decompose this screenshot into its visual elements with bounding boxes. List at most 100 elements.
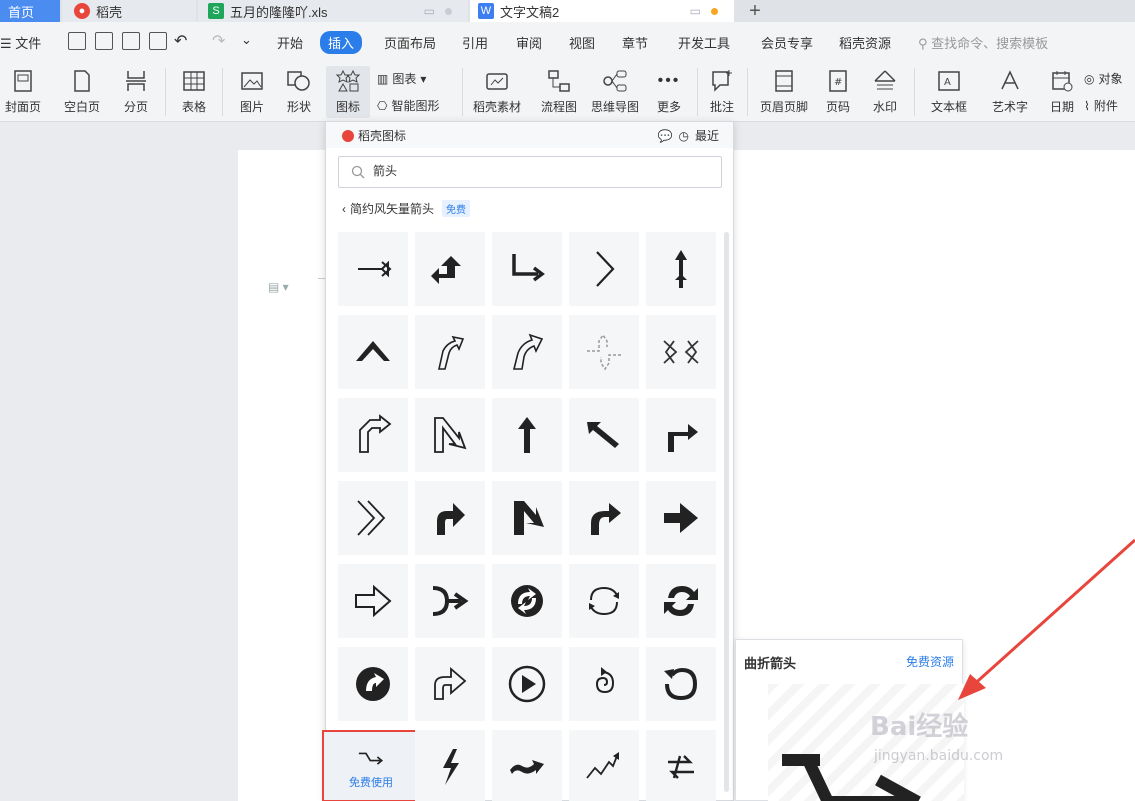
file-menu[interactable]: ☰ 文件 bbox=[0, 33, 41, 52]
icon-tile-zigzag-arrow[interactable] bbox=[569, 730, 639, 801]
icon-tile-arrow-turn-right-up[interactable] bbox=[646, 398, 716, 472]
shape-button[interactable]: 形状 bbox=[278, 66, 320, 115]
icon-tile-arrow-up-left[interactable] bbox=[569, 398, 639, 472]
date-button[interactable]: 日期 bbox=[1044, 66, 1080, 115]
header-footer-button[interactable]: 页眉页脚 bbox=[754, 66, 814, 115]
icon-tile-arrow-bent-right[interactable]: 免费使用 bbox=[322, 730, 420, 801]
icon-tile-arrow-right-hollow[interactable] bbox=[338, 564, 408, 638]
icon-tile-arrows-converge[interactable] bbox=[646, 315, 716, 389]
icon-tile-circle-arrow-filled[interactable] bbox=[338, 647, 408, 721]
tab-doc[interactable]: W 文字文稿2 ▭ bbox=[470, 0, 734, 22]
icon-tile-double-chevron-right[interactable] bbox=[338, 481, 408, 555]
table-button[interactable]: 表格 bbox=[174, 66, 214, 115]
header-footer-label: 页眉页脚 bbox=[759, 100, 808, 114]
watermark-button[interactable]: 水印 bbox=[864, 66, 906, 115]
docer-material-button[interactable]: 稻壳素材 bbox=[470, 66, 524, 115]
icon-tile-chevron-right[interactable] bbox=[569, 232, 639, 306]
icon-tile-arrow-down-right[interactable] bbox=[492, 232, 562, 306]
docer-logo-icon: ● bbox=[74, 3, 90, 19]
comment-button[interactable]: 批注 bbox=[704, 66, 740, 115]
icon-tile-arrow-curve-up-right[interactable] bbox=[569, 481, 639, 555]
tab-bar: 首页 ● 稻壳 S 五月的隆隆吖.xls ▭ W 文字文稿2 ▭ + bbox=[0, 0, 1135, 22]
print-icon[interactable] bbox=[122, 32, 140, 50]
icon-tile-arrow-turn-outline[interactable] bbox=[338, 398, 408, 472]
undo-icon[interactable]: ↶ bbox=[174, 31, 187, 51]
redo-icon[interactable]: ↷ bbox=[212, 31, 225, 51]
menu-member[interactable]: 会员专享 bbox=[761, 33, 813, 52]
menu-references[interactable]: 引用 bbox=[462, 33, 488, 52]
feedback-icon[interactable]: 💬 bbox=[658, 129, 673, 143]
icon-tile-arrow-right-bold[interactable] bbox=[646, 481, 716, 555]
menu-start[interactable]: 开始 bbox=[277, 33, 303, 52]
icon-tile-circle-arrows-cycle[interactable] bbox=[569, 564, 639, 638]
icon-tile-curved-arrow-up-outline-2[interactable] bbox=[492, 315, 562, 389]
arrow-right-outline-icon bbox=[358, 260, 392, 278]
textbox-button[interactable]: A 文本框 bbox=[922, 66, 976, 115]
command-search[interactable]: ⚲ 查找命令、搜索模板 bbox=[918, 33, 1048, 52]
page-break-button[interactable]: 分页 bbox=[116, 66, 156, 115]
category-breadcrumb[interactable]: ‹ 简约风矢量箭头 免费 bbox=[342, 200, 471, 217]
icon-tile-refresh-arrows[interactable] bbox=[646, 564, 716, 638]
icon-tile-arrow-share-outline[interactable] bbox=[415, 647, 485, 721]
menu-chapter[interactable]: 章节 bbox=[622, 33, 648, 52]
icon-tile-arrow-up-solid[interactable] bbox=[492, 398, 562, 472]
icon-tile-arrow-right-outline[interactable] bbox=[338, 232, 408, 306]
print-preview-icon[interactable] bbox=[149, 32, 167, 50]
icon-tile-chevron-up[interactable] bbox=[338, 315, 408, 389]
monitor-icon[interactable]: ▭ bbox=[424, 4, 435, 18]
menu-review[interactable]: 审阅 bbox=[516, 33, 542, 52]
icon-tile-arrow-merge-right[interactable] bbox=[415, 564, 485, 638]
smartart-button[interactable]: ⎔ 智能图形 bbox=[377, 97, 440, 114]
export-pdf-icon[interactable] bbox=[95, 32, 113, 50]
icon-tile-arrows-split-dotted[interactable] bbox=[569, 315, 639, 389]
cover-page-button[interactable]: 封面页 bbox=[0, 66, 46, 115]
icon-button[interactable]: 图标 bbox=[326, 66, 370, 118]
more-button[interactable]: ••• 更多 bbox=[648, 66, 690, 115]
menu-view[interactable]: 视图 bbox=[569, 33, 595, 52]
flowchart-button[interactable]: 流程图 bbox=[536, 66, 582, 115]
object-button[interactable]: ◎ 对象 bbox=[1084, 70, 1123, 87]
icon-tile-lightning-arrow[interactable] bbox=[415, 730, 485, 801]
icon-tile-play-circle[interactable] bbox=[492, 647, 562, 721]
picture-button[interactable]: 图片 bbox=[232, 66, 272, 115]
save-icon[interactable] bbox=[68, 32, 86, 50]
icon-search-box[interactable] bbox=[338, 156, 722, 188]
icon-tile-arrow-down-right-bold[interactable] bbox=[492, 481, 562, 555]
new-tab-button[interactable]: + bbox=[744, 0, 766, 22]
icon-tile-arrow-up-right-bold[interactable] bbox=[415, 481, 485, 555]
menu-page-layout[interactable]: 页面布局 bbox=[384, 33, 436, 52]
icon-tile-rotate-arrow[interactable] bbox=[646, 647, 716, 721]
icon-tile-spiral-arrow[interactable] bbox=[569, 647, 639, 721]
tab-docer[interactable]: ● 稻壳 bbox=[62, 0, 196, 22]
menu-dev-tools[interactable]: 开发工具 bbox=[678, 33, 730, 52]
wordart-button[interactable]: 艺术字 bbox=[984, 66, 1036, 115]
svg-text:A: A bbox=[944, 77, 951, 88]
smartart-icon: ⎔ bbox=[377, 98, 388, 113]
menu-insert[interactable]: 插入 bbox=[320, 31, 363, 54]
paragraph-layout-icon[interactable]: ▤ ▾ bbox=[268, 280, 289, 294]
icon-tile-curved-arrow-up-outline[interactable] bbox=[415, 315, 485, 389]
icon-tile-arrow-up-double[interactable] bbox=[646, 232, 716, 306]
chart-button[interactable]: ▥ 图表 ▾ bbox=[377, 70, 426, 87]
menu-docer-resources[interactable]: 稻壳资源 bbox=[839, 33, 891, 52]
icon-tile-arrow-turn-up-left[interactable] bbox=[415, 232, 485, 306]
back-chevron-icon[interactable]: ‹ bbox=[342, 202, 346, 216]
page-break-label: 分页 bbox=[123, 100, 148, 114]
icon-tile-arrow-zigzag-down-right[interactable] bbox=[415, 398, 485, 472]
icon-search-input[interactable] bbox=[373, 163, 703, 177]
mindmap-button[interactable]: 思维导图 bbox=[588, 66, 642, 115]
icon-tile-swap-arrows[interactable] bbox=[646, 730, 716, 801]
tab-home[interactable]: 首页 bbox=[0, 0, 60, 22]
icon-tile-wave-arrow[interactable] bbox=[492, 730, 562, 801]
blank-page-button[interactable]: 空白页 bbox=[56, 66, 108, 115]
panel-scrollbar[interactable] bbox=[724, 232, 729, 792]
use-free-button[interactable]: 免费使用 bbox=[349, 774, 393, 790]
panel-recent[interactable]: 💬 ◷ 最近 bbox=[658, 127, 719, 144]
page-number-button[interactable]: # 页码 bbox=[818, 66, 858, 115]
attachment-button[interactable]: ⌇ 附件 bbox=[1084, 97, 1118, 114]
picture-icon bbox=[241, 72, 263, 90]
tab-xls[interactable]: S 五月的隆隆吖.xls ▭ bbox=[198, 0, 468, 22]
icon-tile-circle-arrows-solid[interactable] bbox=[492, 564, 562, 638]
monitor-icon[interactable]: ▭ bbox=[690, 4, 701, 18]
more-quick-icon[interactable]: ⌄ bbox=[241, 32, 252, 48]
